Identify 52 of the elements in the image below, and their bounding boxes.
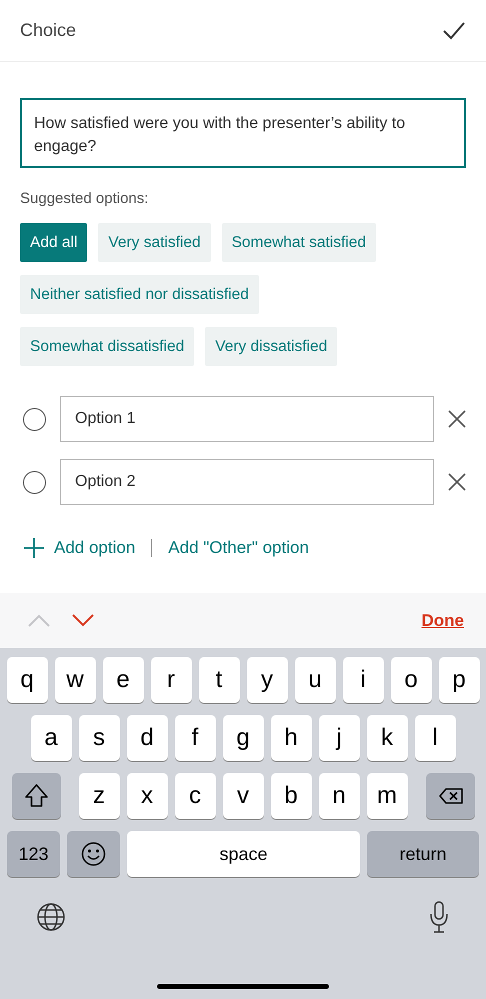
keyboard-key[interactable]: i [342,657,384,703]
plus-icon[interactable] [24,538,44,558]
keyboard-key[interactable]: m [366,773,408,819]
keyboard-key[interactable]: b [270,773,312,819]
keyboard-key[interactable]: c [174,773,216,819]
keyboard-key[interactable]: z [78,773,120,819]
keyboard-key[interactable]: a [30,715,72,761]
suggested-label: Suggested options: [20,189,150,209]
keyboard-key[interactable]: q [6,657,48,703]
option-field[interactable]: Option 2 [60,459,434,506]
chevron-down-icon[interactable] [72,614,94,627]
microphone-icon[interactable] [428,901,450,933]
close-icon[interactable] [448,410,466,428]
keyboard-key[interactable]: r [150,657,192,703]
keyboard-key[interactable]: o [390,657,432,703]
keyboard-key[interactable]: p [438,657,480,703]
keyboard-key[interactable]: l [414,715,456,761]
check-icon[interactable] [442,20,466,40]
screen-title: Choice [20,19,76,42]
keyboard-key[interactable]: j [318,715,360,761]
space-key[interactable]: space [127,831,360,877]
option-field[interactable]: Option 1 [60,396,434,442]
keyboard-key[interactable]: n [318,773,360,819]
suggestion-chip[interactable]: Somewhat dissatisfied [20,327,194,366]
add-other-link[interactable]: Add "Other" option [168,535,309,561]
suggestion-chip[interactable]: Very satisfied [98,222,211,262]
keyboard-key[interactable]: u [294,657,336,703]
keyboard-key[interactable]: s [78,715,120,761]
question-field[interactable]: How satisfied were you with the presenter’s ability to engage? [20,98,466,168]
radio-button[interactable] [23,470,46,494]
keyboard-key[interactable]: f [174,715,216,761]
close-icon[interactable] [448,473,466,492]
return-key[interactable]: return [367,831,479,877]
suggestion-chip[interactable]: Very dissatisfied [205,327,338,366]
numbers-key[interactable]: 123 [7,831,60,877]
globe-icon[interactable] [36,902,66,932]
keyboard-key[interactable]: h [270,715,312,761]
keyboard-key[interactable]: d [126,715,168,761]
suggestion-chip[interactable]: Somewhat satisfied [222,222,376,262]
keyboard-key[interactable]: w [54,657,96,703]
add-option-link[interactable]: Add option [54,535,136,561]
keyboard-key[interactable]: e [102,657,144,703]
radio-button[interactable] [23,408,46,431]
keyboard-key[interactable]: t [198,657,240,703]
keyboard-key[interactable]: k [366,715,408,761]
keyboard-key[interactable]: y [246,657,288,703]
keyboard-key[interactable]: g [222,715,264,761]
add-all-button[interactable]: Add all [20,222,88,262]
keyboard-key[interactable]: x [126,773,168,819]
suggestion-chip[interactable]: Neither satisfied nor dissatisfied [20,274,259,314]
done-link[interactable]: Done [422,608,464,634]
keyboard-key[interactable]: v [222,773,264,819]
